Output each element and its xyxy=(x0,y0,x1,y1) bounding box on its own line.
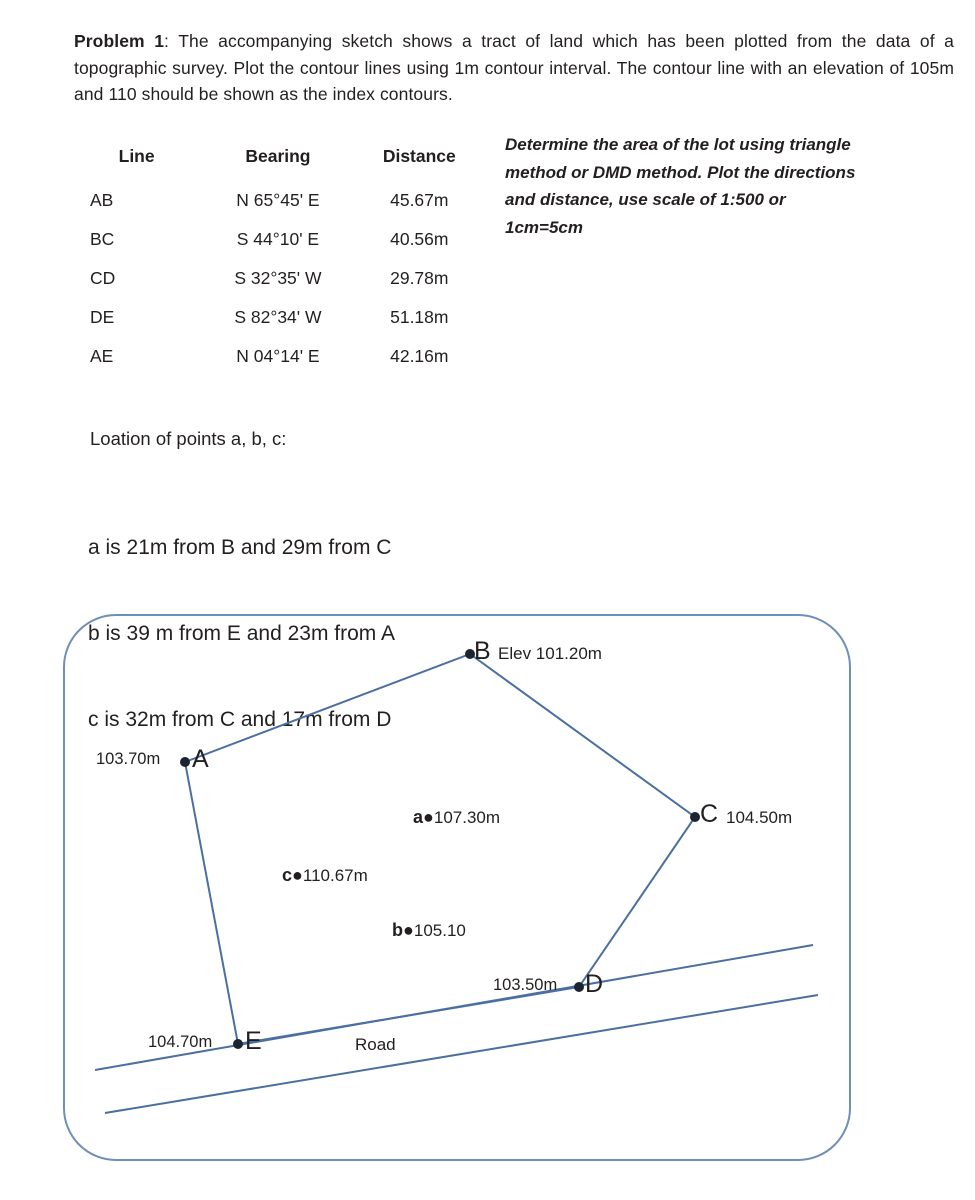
cell-distance: 29.78m xyxy=(390,268,449,288)
interior-point-b-label: b xyxy=(392,920,403,940)
problem-text: The accompanying sketch shows a tract of… xyxy=(74,31,955,105)
vertex-elev-C: 104.50m xyxy=(726,808,793,827)
vertex-elev-E: 104.70m xyxy=(148,1033,213,1051)
table-row: BC S 44°10' E 40.56m xyxy=(78,220,478,259)
vertex-elev-D: 103.50m xyxy=(493,976,558,994)
vertex-elev-B: Elev 101.20m xyxy=(498,644,602,663)
interior-point-c-elev: 110.67m xyxy=(302,866,368,885)
problem-statement: Problem 1: The accompanying sketch shows… xyxy=(74,28,954,108)
interior-point-c: c●110.67m xyxy=(282,865,368,886)
cell-distance: 40.56m xyxy=(390,229,449,249)
cell-bearing: N 65°45' E xyxy=(236,190,320,210)
instruction-note: Determine the area of the lot using tria… xyxy=(505,131,955,241)
interior-point-b-elev: 105.10 xyxy=(413,921,466,940)
table-row: CD S 32°35' W 29.78m xyxy=(78,259,478,298)
table-row: DE S 82°34' W 51.18m xyxy=(78,298,478,337)
cell-bearing: S 82°34' W xyxy=(234,307,322,327)
table-row: AE N 04°14' E 42.16m xyxy=(78,337,478,376)
interior-point-a-label: a xyxy=(413,807,424,827)
column-header-bearing: Bearing xyxy=(245,146,311,166)
cell-line: BC xyxy=(90,229,115,249)
problem-colon: : xyxy=(164,31,179,51)
interior-point-c-label: c xyxy=(282,865,293,885)
interior-point-c-dot: ● xyxy=(292,865,303,885)
vertex-dot-D xyxy=(574,982,584,992)
column-header-line: Line xyxy=(118,146,155,166)
interior-point-a: a●107.30m xyxy=(413,807,500,828)
problem-label: Problem 1 xyxy=(74,31,165,51)
cell-distance: 51.18m xyxy=(390,307,449,327)
vertex-label-A: A xyxy=(192,745,209,773)
note-line-2: method or DMD method. Plot the direction… xyxy=(505,162,856,182)
vertex-dot-E xyxy=(233,1039,243,1049)
land-tract-sketch: 103.70m A B Elev 101.20m C 104.50m 103.5… xyxy=(0,595,975,1175)
lot-polygon xyxy=(183,652,697,1046)
interior-point-a-dot: ● xyxy=(423,807,434,827)
sketch-frame xyxy=(63,614,851,1161)
vertex-elev-A: 103.70m xyxy=(96,750,161,768)
column-header-distance: Distance xyxy=(382,146,456,166)
road-lower-edge xyxy=(104,994,819,1114)
vertex-label-C: C xyxy=(700,800,719,828)
road-label: Road xyxy=(355,1035,396,1054)
table-row: AB N 65°45' E 45.67m xyxy=(78,181,478,220)
worksheet-page: Problem 1: The accompanying sketch shows… xyxy=(0,0,975,1200)
interior-point-b-dot: ● xyxy=(403,920,414,940)
cell-line: AB xyxy=(90,190,114,210)
note-line-4: 1cm=5cm xyxy=(505,217,583,237)
vertex-label-E: E xyxy=(245,1027,262,1055)
cell-line: AE xyxy=(90,346,114,366)
cell-bearing: S 44°10' E xyxy=(236,229,320,249)
cell-line: DE xyxy=(90,307,115,327)
bearing-distance-table: Line Bearing Distance AB N 65°45' E 45.6… xyxy=(78,140,478,376)
note-line-1: Determine the area of the lot using tria… xyxy=(505,135,851,154)
locations-heading: Loation of points a, b, c: xyxy=(90,428,287,449)
vertex-label-B: B xyxy=(474,637,491,665)
cell-distance: 45.67m xyxy=(390,190,449,210)
location-line-a: a is 21m from B and 29m from C xyxy=(88,535,392,559)
vertex-label-D: D xyxy=(585,970,604,998)
cell-bearing: S 32°35' W xyxy=(234,268,322,288)
interior-point-a-elev: 107.30m xyxy=(433,808,501,827)
vertex-dot-A xyxy=(180,757,190,767)
vertex-dot-C xyxy=(690,812,700,822)
cell-line: CD xyxy=(90,268,116,288)
cell-bearing: N 04°14' E xyxy=(236,346,320,366)
cell-distance: 42.16m xyxy=(390,346,449,366)
note-line-3: and distance, use scale of 1:500 or xyxy=(505,190,786,210)
interior-point-b: b●105.10 xyxy=(392,920,466,941)
table-header-row: Line Bearing Distance xyxy=(78,140,478,181)
